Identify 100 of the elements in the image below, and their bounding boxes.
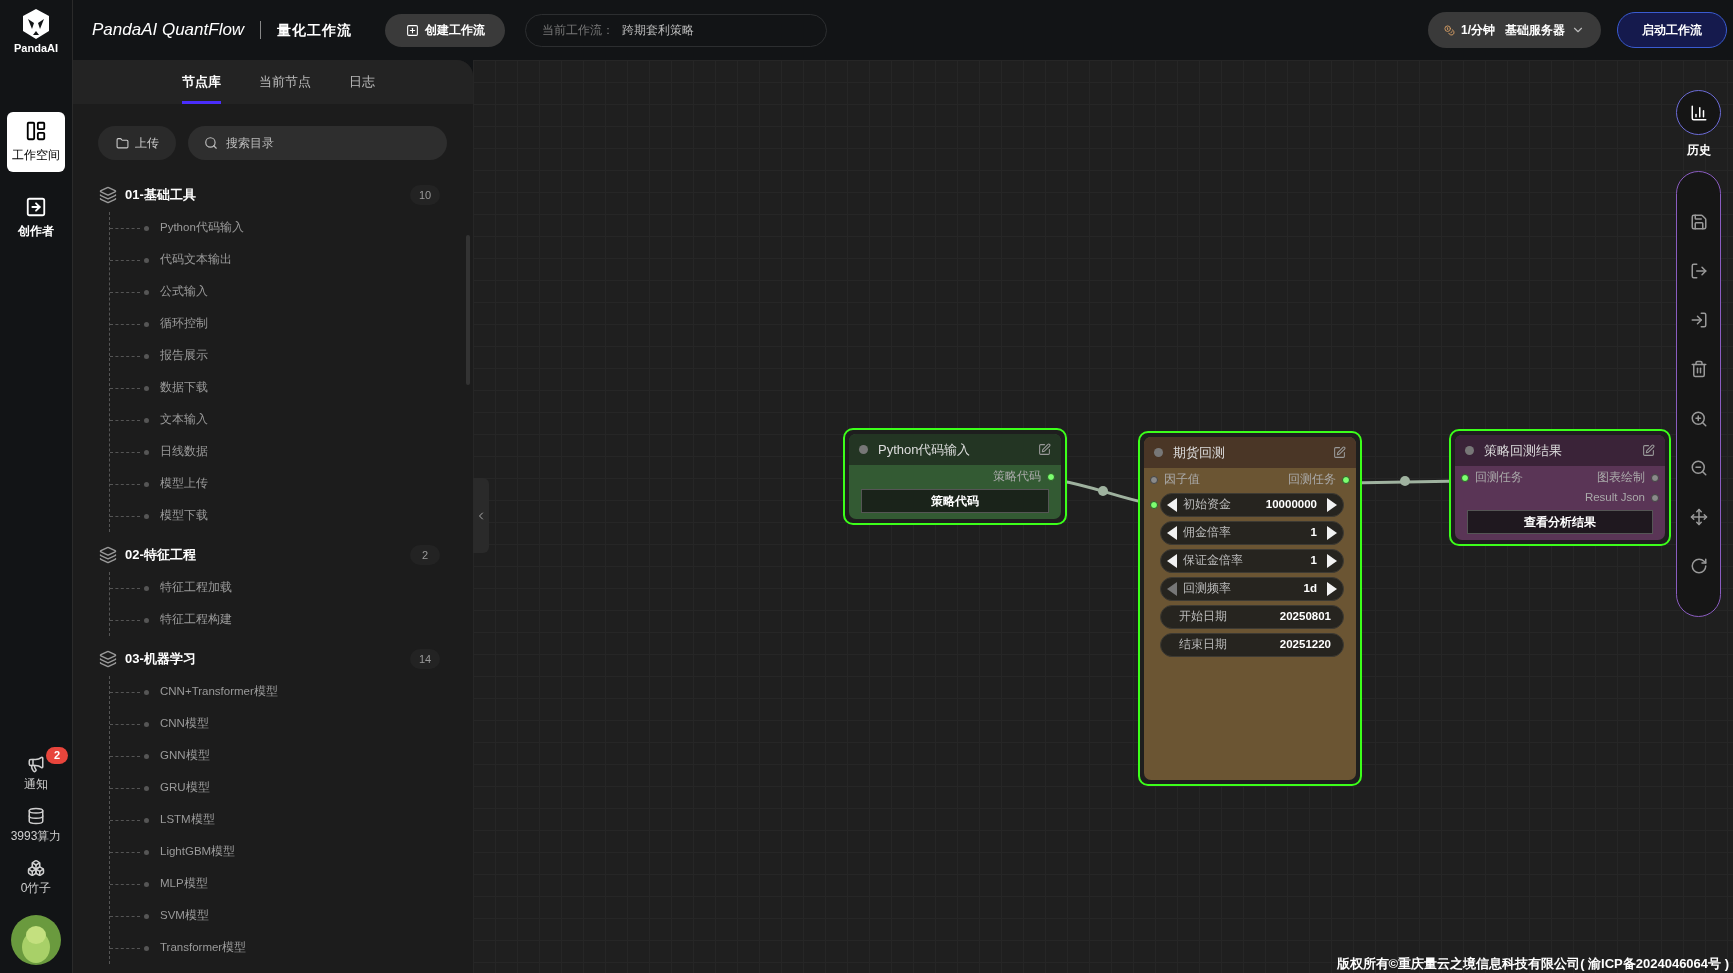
node-card[interactable]: 期货回测 因子值 回测任务 初始资金 10000000 佣金倍率 1 保证金倍率 1 回测频率 1d 开始日期 20250801 结束日期 20251220 xyxy=(1138,431,1362,786)
copyright-text: 版权所有©重庆量云之境信息科技有限公司( 渝ICP备2024046064号 ) xyxy=(1336,954,1729,973)
node-title: Python代码输入 xyxy=(878,440,971,459)
node-library-item[interactable]: CNN模型 xyxy=(160,715,209,733)
app-title: PandaAI QuantFlow xyxy=(92,19,245,42)
node-card[interactable]: Python代码输入 策略代码 策略代码 xyxy=(843,428,1067,525)
rail-item[interactable]: 0竹子 xyxy=(20,859,52,897)
upload-button[interactable]: 上传 xyxy=(98,126,176,160)
node-library-item[interactable]: MLP模型 xyxy=(160,875,208,893)
widget-field[interactable]: 开始日期 20250801 xyxy=(1160,605,1344,629)
edit-icon[interactable] xyxy=(1642,444,1655,457)
node-library-item[interactable]: GNN模型 xyxy=(160,747,210,765)
input-label: 回测任务 xyxy=(1475,470,1523,486)
node-library-item[interactable]: 公式输入 xyxy=(160,283,208,301)
node-library-item[interactable]: GRU模型 xyxy=(160,779,210,797)
create-workflow-button[interactable]: 创建工作流 xyxy=(385,13,506,47)
search-bar[interactable]: 搜索目录 xyxy=(188,126,447,160)
layers-icon xyxy=(99,650,117,668)
right-arrow-icon[interactable] xyxy=(1327,526,1337,540)
node-title: 策略回测结果 xyxy=(1484,441,1562,460)
count-badge: 10 xyxy=(410,185,440,205)
widget-field[interactable]: 佣金倍率 1 xyxy=(1160,521,1344,545)
history-label: 历史 xyxy=(1686,142,1711,159)
panel-tab[interactable]: 节点库 xyxy=(181,60,221,104)
avatar[interactable] xyxy=(11,915,61,965)
node-library-item[interactable]: 数据下载 xyxy=(160,379,208,397)
rail-item[interactable]: 3993算力 xyxy=(10,807,62,845)
history-button[interactable] xyxy=(1676,90,1721,135)
node-action-button[interactable]: 查看分析结果 xyxy=(1467,510,1653,534)
layers-icon xyxy=(99,186,117,204)
node-library-item[interactable]: CNN+Transformer模型 xyxy=(160,683,278,701)
widget-field[interactable]: 保证金倍率 1 xyxy=(1160,549,1344,573)
edit-icon[interactable] xyxy=(1333,446,1346,459)
search-input[interactable]: 搜索目录 xyxy=(226,134,431,152)
left-arrow-icon[interactable] xyxy=(1167,526,1177,540)
widget-field[interactable]: 结束日期 20251220 xyxy=(1160,633,1344,657)
node-library-item[interactable]: 模型下载 xyxy=(160,507,208,525)
node-library-item[interactable]: 文本输入 xyxy=(160,411,208,429)
blocks-icon xyxy=(27,859,45,877)
node-library-item[interactable]: 代码文本输出 xyxy=(160,251,232,269)
panel-tab[interactable]: 当前节点 xyxy=(258,60,311,104)
logo-text: PandaAI xyxy=(14,42,58,54)
output-label: 策略代码 xyxy=(993,469,1041,485)
node-library-item[interactable]: 循环控制 xyxy=(160,315,208,333)
left-arrow-icon[interactable] xyxy=(1167,554,1177,568)
node-library-item[interactable]: Python代码输入 xyxy=(160,219,244,237)
layers-icon xyxy=(99,546,117,564)
search-icon xyxy=(204,136,218,150)
zoom-out-icon[interactable] xyxy=(1689,458,1708,477)
node-library-item[interactable]: 报告展示 xyxy=(160,347,208,365)
node-library-item[interactable]: 模型上传 xyxy=(160,475,208,493)
node-card[interactable]: 策略回测结果 回测任务 图表绘制 Result Json 查看分析结果 xyxy=(1449,429,1671,546)
database-icon xyxy=(27,807,45,825)
app-subtitle: 量化工作流 xyxy=(277,20,353,40)
group-title[interactable]: 01-基础工具 xyxy=(125,185,196,205)
right-arrow-icon[interactable] xyxy=(1327,498,1337,512)
rail-item[interactable]: 创作者 xyxy=(7,188,65,248)
right-arrow-icon[interactable] xyxy=(1327,554,1337,568)
megaphone-icon xyxy=(27,755,45,773)
zoom-in-icon[interactable] xyxy=(1689,409,1708,428)
widget-field[interactable]: 初始资金 10000000 xyxy=(1160,493,1344,517)
input-label: 因子值 xyxy=(1164,472,1200,488)
left-arrow-icon[interactable] xyxy=(1167,498,1177,512)
output-label: 图表绘制 xyxy=(1597,470,1645,486)
bar-chart-icon xyxy=(1689,103,1708,122)
move-icon[interactable] xyxy=(1689,507,1708,526)
delete-icon[interactable] xyxy=(1689,360,1708,379)
plus-icon xyxy=(405,23,419,37)
edit-icon[interactable] xyxy=(1038,443,1051,456)
start-workflow-button[interactable]: 启动工作流 xyxy=(1617,12,1727,48)
node-title: 期货回测 xyxy=(1173,443,1225,462)
node-library-item[interactable]: 日线数据 xyxy=(160,443,208,461)
rail-item[interactable]: 工作空间 xyxy=(7,112,65,172)
notification-badge: 2 xyxy=(46,747,68,764)
count-badge: 2 xyxy=(410,545,440,565)
output-label: 回测任务 xyxy=(1288,472,1336,488)
node-library-item[interactable]: 特征工程加载 xyxy=(160,579,232,597)
import-icon[interactable] xyxy=(1689,311,1708,330)
save-icon[interactable] xyxy=(1689,213,1708,232)
folder-icon xyxy=(115,136,129,150)
panel-tab[interactable]: 日志 xyxy=(348,60,375,104)
node-library-item[interactable]: LSTM模型 xyxy=(160,811,215,829)
node-library-item[interactable]: LightGBM模型 xyxy=(160,843,236,861)
coins-icon xyxy=(1444,24,1455,36)
group-title[interactable]: 03-机器学习 xyxy=(125,649,196,669)
export-icon[interactable] xyxy=(1689,262,1708,281)
exit-icon xyxy=(25,196,47,218)
server-select[interactable]: 1/分钟 基础服务器 xyxy=(1428,12,1601,48)
count-badge: 14 xyxy=(410,649,440,669)
node-library-item[interactable]: SVM模型 xyxy=(160,907,209,925)
output-label: Result Json xyxy=(1584,490,1645,506)
refresh-icon[interactable] xyxy=(1689,556,1708,575)
group-title[interactable]: 02-特征工程 xyxy=(125,545,196,565)
rail-item[interactable]: 通知 xyxy=(24,755,48,793)
layout-icon xyxy=(25,120,47,142)
widget-field[interactable]: 回测频率 1d xyxy=(1160,577,1344,601)
node-library-item[interactable]: 特征工程构建 xyxy=(160,611,232,629)
node-library-item[interactable]: Transformer模型 xyxy=(160,939,247,957)
right-arrow-icon[interactable] xyxy=(1327,582,1337,596)
node-action-button[interactable]: 策略代码 xyxy=(861,489,1049,513)
